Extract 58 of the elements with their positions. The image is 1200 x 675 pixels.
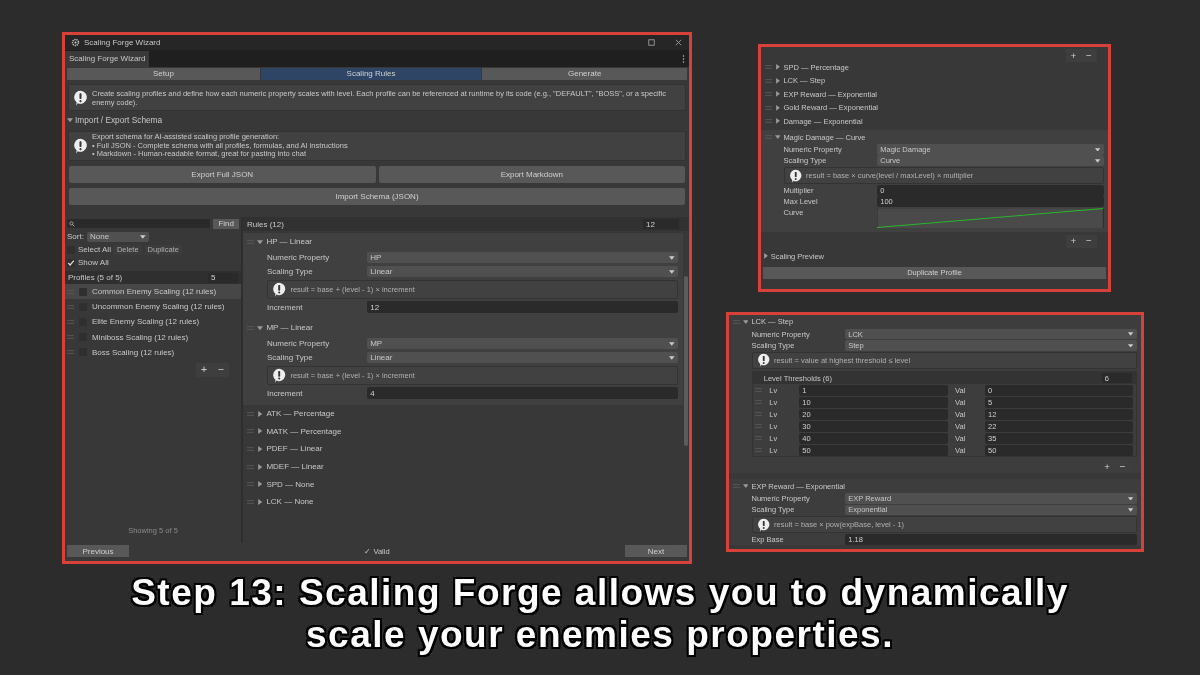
number-field[interactable]: 4 <box>367 387 679 399</box>
export-button[interactable]: Export Full JSON <box>69 166 376 183</box>
checkbox-label[interactable]: Select All <box>78 245 111 254</box>
import-button[interactable]: Import Schema (JSON) <box>69 188 685 205</box>
field-label: Scaling Type <box>267 267 314 277</box>
profile-name: Miniboss Scaling (12 rules) <box>92 332 189 342</box>
section-title[interactable]: Import / Export Schema <box>75 115 163 125</box>
profile-item[interactable]: Elite Enemy Scaling (12 rules) <box>65 314 241 330</box>
window-tab[interactable]: Scaling Forge Wizard <box>65 51 150 67</box>
profile-item[interactable]: Common Enemy Scaling (12 rules) <box>65 284 241 300</box>
profile-item[interactable]: Boss Scaling (12 rules) <box>65 344 241 360</box>
list-title: Profiles (5 of 5) <box>68 273 123 282</box>
tab[interactable]: Scaling Rules <box>260 68 482 80</box>
previous-button[interactable]: Previous <box>67 545 129 557</box>
add-button[interactable]: + <box>1065 234 1082 248</box>
profile-name: Elite Enemy Scaling (12 rules) <box>92 317 200 327</box>
field-label: Increment <box>267 388 304 398</box>
field-label: Increment <box>267 302 304 312</box>
dropdown[interactable]: HP <box>367 252 679 264</box>
dropdown[interactable]: Linear <box>367 351 679 364</box>
profile-item[interactable]: Uncommon Enemy Scaling (12 rules) <box>65 299 241 315</box>
rule-title[interactable]: MP — Linear <box>266 323 313 333</box>
caption-text: scale your enemies properties. <box>306 614 894 656</box>
rule-title[interactable]: ATK — Percentage <box>266 409 335 419</box>
rule-title[interactable]: SPD — None <box>266 479 315 489</box>
tab[interactable]: Generate <box>482 68 687 80</box>
rule-title[interactable]: HP — Linear <box>266 237 313 247</box>
find-button[interactable]: Find <box>213 218 239 229</box>
profile-name: Common Enemy Scaling (12 rules) <box>92 287 217 297</box>
list-title: Rules (12) <box>247 219 284 229</box>
dropdown[interactable]: Linear <box>367 266 679 278</box>
profile-name: Boss Scaling (12 rules) <box>92 347 175 357</box>
remove-button[interactable]: − <box>1081 49 1097 63</box>
window-title: Scaling Forge Wizard <box>84 38 161 47</box>
rule-title[interactable]: LCK — None <box>266 497 314 507</box>
profile-item[interactable]: Miniboss Scaling (12 rules) <box>65 329 241 345</box>
caption-text: Step 13: Scaling Forge allows you to dynamically <box>131 572 1069 614</box>
tab[interactable]: Setup <box>67 68 260 80</box>
count-field[interactable]: 5 <box>208 272 238 283</box>
field-label: Numeric Property <box>267 339 331 349</box>
checkbox-label[interactable]: Show All <box>78 258 109 267</box>
number-field[interactable]: 12 <box>367 301 679 313</box>
remove-button[interactable]: − <box>212 362 229 377</box>
next-button[interactable]: Next <box>625 545 687 557</box>
remove-button[interactable]: − <box>1081 234 1097 248</box>
sort-label: Sort: <box>67 232 84 241</box>
dropdown[interactable]: None <box>86 231 149 242</box>
profile-name: Uncommon Enemy Scaling (12 rules) <box>92 302 225 312</box>
rule-title[interactable]: MATK — Percentage <box>266 426 342 436</box>
count-field[interactable]: 12 <box>643 219 679 229</box>
export-button[interactable]: Export Markdown <box>378 166 685 183</box>
rule-title[interactable]: MDEF — Linear <box>266 462 324 471</box>
rule-title[interactable]: PDEF — Linear <box>266 444 323 454</box>
field-label: Scaling Type <box>267 353 314 363</box>
add-button[interactable]: + <box>1065 49 1082 63</box>
add-button[interactable]: + <box>195 362 213 377</box>
field-label: Numeric Property <box>267 253 331 263</box>
dropdown[interactable]: MP <box>367 337 679 350</box>
